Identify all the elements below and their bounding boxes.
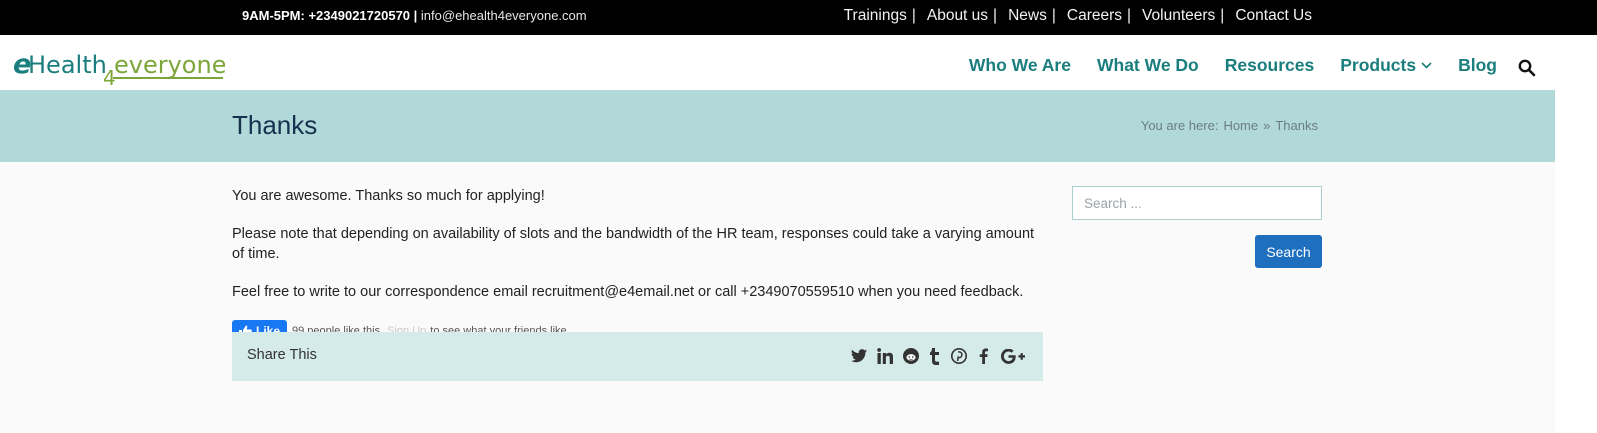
site-logo[interactable]: e Health 4 everyone — [13, 45, 226, 90]
search-input[interactable] — [1072, 186, 1322, 220]
pinterest-icon[interactable] — [951, 346, 967, 366]
nav-products-label: Products — [1340, 55, 1417, 75]
hours-phone: 9AM-5PM: +2349021720570 | — [242, 8, 418, 23]
google-plus-icon[interactable] — [1001, 346, 1025, 366]
page-title: Thanks — [232, 110, 318, 140]
main-content: You are awesome. Thanks so much for appl… — [232, 186, 1043, 342]
breadcrumb-prefix: You are here: — [1140, 118, 1219, 133]
reddit-icon[interactable] — [903, 346, 919, 366]
top-link-careers[interactable]: Careers — [1067, 7, 1122, 25]
paragraph-availability: Please note that depending on availabili… — [232, 226, 1035, 262]
linkedin-icon[interactable] — [877, 346, 893, 366]
separator: | — [993, 7, 998, 24]
breadcrumb: You are here: Home » Thanks — [1136, 118, 1318, 133]
main-nav: Who We Are What We Do Resources Products… — [943, 55, 1497, 76]
breadcrumb-home[interactable]: Home — [1223, 118, 1258, 133]
share-icons — [843, 346, 1025, 366]
nav-products[interactable]: Products — [1340, 55, 1432, 76]
chevron-down-icon — [1421, 60, 1432, 72]
share-label: Share This — [247, 347, 317, 363]
search-button[interactable]: Search — [1255, 235, 1322, 268]
nav-who-we-are[interactable]: Who We Are — [969, 55, 1071, 76]
breadcrumb-separator: » — [1263, 118, 1271, 133]
scrollbar[interactable] — [1555, 35, 1597, 433]
top-links: Trainings | About us | News | Careers | Volu… — [844, 7, 1312, 25]
svg-text:Health: Health — [28, 51, 107, 79]
site-header: e Health 4 everyone Who We Are What We D… — [0, 35, 1597, 90]
top-link-contact-us[interactable]: Contact Us — [1235, 7, 1312, 25]
nav-blog[interactable]: Blog — [1458, 55, 1497, 76]
facebook-icon[interactable] — [975, 346, 991, 366]
paragraph-thanks: You are awesome. Thanks so much for appl… — [232, 188, 545, 204]
top-link-trainings[interactable]: Trainings — [844, 7, 907, 25]
svg-text:everyone: everyone — [114, 51, 225, 79]
nav-resources[interactable]: Resources — [1225, 55, 1315, 76]
top-bar: 9AM-5PM: +2349021720570 | info@ehealth4e… — [0, 0, 1597, 35]
top-link-volunteers[interactable]: Volunteers — [1142, 7, 1215, 25]
ehealth4everyone-logo: e Health 4 everyone — [13, 49, 226, 90]
separator: | — [1051, 7, 1056, 24]
share-bar: Share This — [232, 332, 1043, 381]
separator: | — [1220, 7, 1225, 24]
top-link-about-us[interactable]: About us — [927, 7, 988, 25]
breadcrumb-current: Thanks — [1275, 118, 1318, 133]
email-link[interactable]: info@ehealth4everyone.com — [421, 8, 587, 23]
page-title-band: Thanks You are here: Home » Thanks — [0, 90, 1555, 162]
nav-what-we-do[interactable]: What We Do — [1097, 55, 1199, 76]
twitter-icon[interactable] — [851, 346, 867, 366]
contact-info: 9AM-5PM: +2349021720570 | info@ehealth4e… — [242, 8, 587, 23]
top-link-news[interactable]: News — [1008, 7, 1047, 25]
separator: | — [911, 7, 916, 24]
tumblr-icon[interactable] — [927, 346, 943, 366]
paragraph-contact: Feel free to write to our correspondence… — [232, 284, 1024, 300]
search-icon[interactable] — [1518, 59, 1536, 77]
separator: | — [1127, 7, 1132, 24]
